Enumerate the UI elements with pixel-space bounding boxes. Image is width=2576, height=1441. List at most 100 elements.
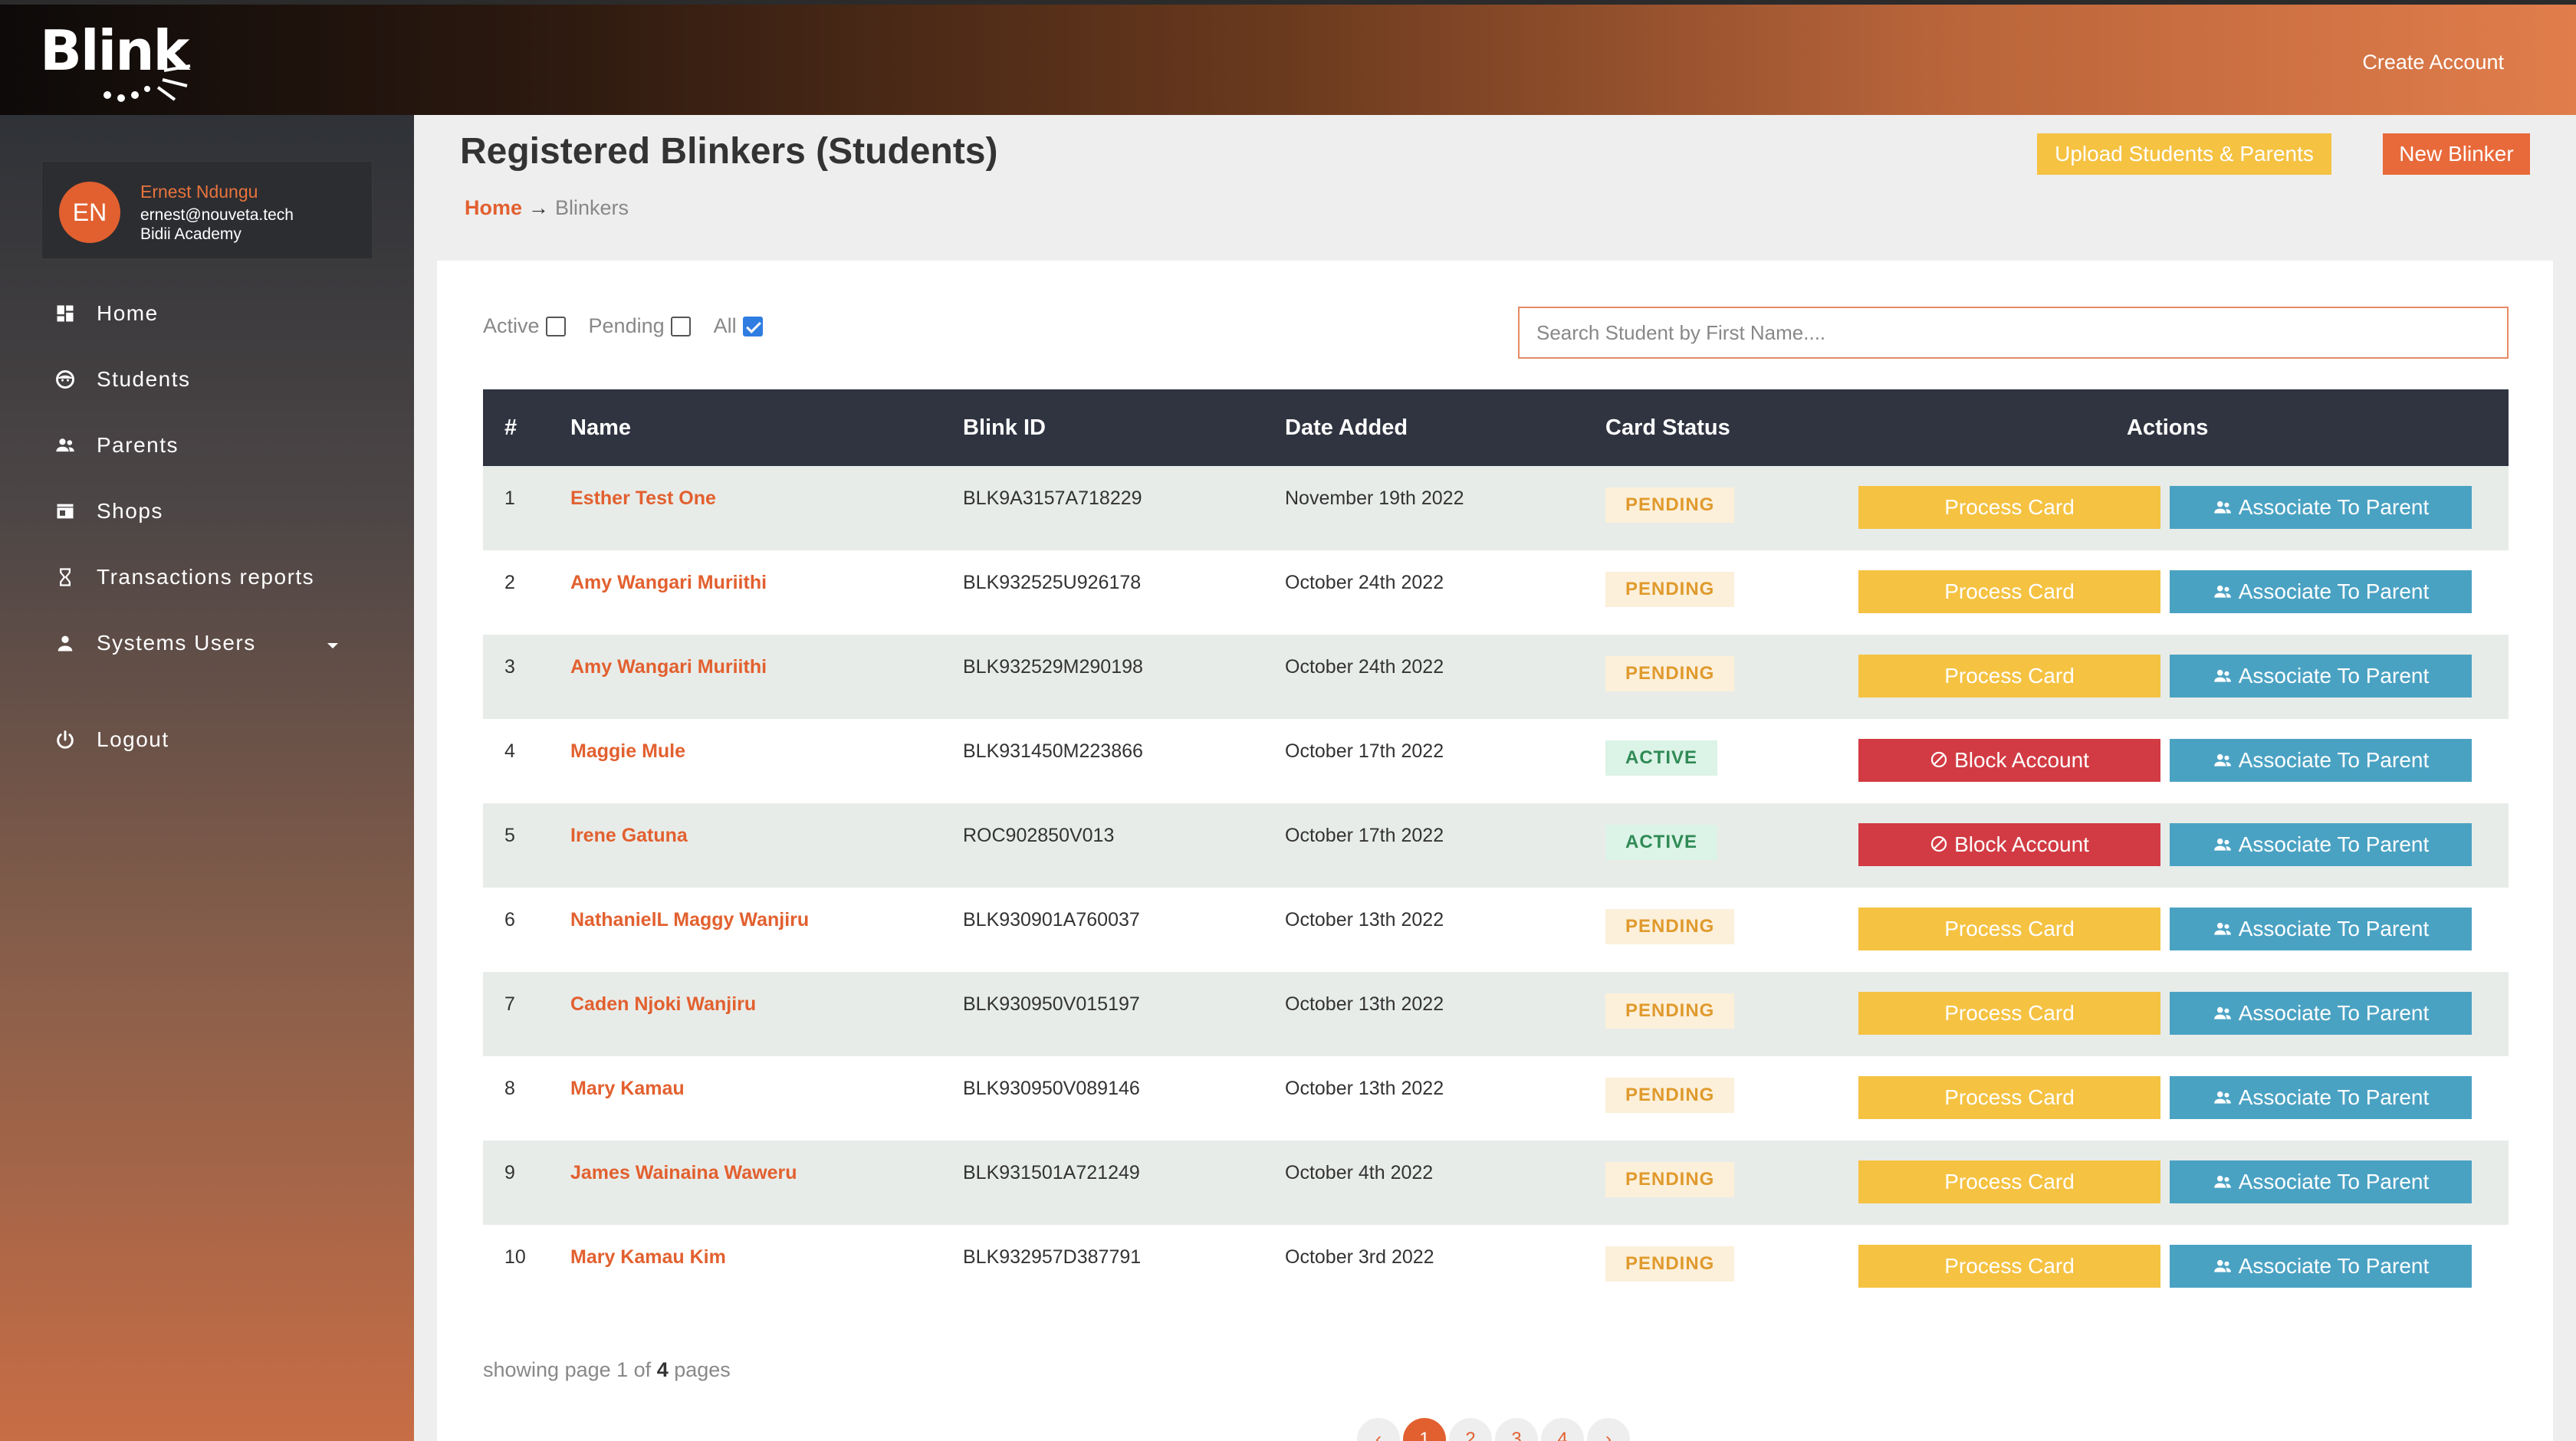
sidebar-item-parents[interactable]: Parents bbox=[54, 426, 179, 464]
blink-id: ROC902850V013 bbox=[963, 825, 1115, 846]
sidebar-item-systems-users[interactable]: Systems Users bbox=[54, 624, 338, 662]
associate-to-parent-button[interactable]: Associate To Parent bbox=[2170, 992, 2472, 1035]
row-number: 1 bbox=[504, 487, 515, 509]
sidebar-item-transactions-reports[interactable]: Transactions reports bbox=[54, 558, 314, 596]
breadcrumb-current: Blinkers bbox=[555, 196, 629, 219]
associate-to-parent-button[interactable]: Associate To Parent bbox=[2170, 655, 2472, 698]
filter-all-checkbox[interactable] bbox=[742, 316, 763, 336]
people-icon bbox=[2213, 740, 2233, 783]
new-blinker-button[interactable]: New Blinker bbox=[2383, 133, 2530, 175]
row-number: 4 bbox=[504, 740, 515, 762]
process-card-button[interactable]: Process Card bbox=[1858, 655, 2160, 698]
associate-to-parent-button[interactable]: Associate To Parent bbox=[2170, 1076, 2472, 1119]
search-input[interactable] bbox=[1518, 307, 2509, 359]
filter-pending[interactable]: Pending bbox=[589, 314, 691, 338]
student-name-link[interactable]: Amy Wangari Muriithi bbox=[570, 656, 767, 678]
status-badge: PENDING bbox=[1605, 656, 1735, 691]
filter-all[interactable]: All bbox=[714, 314, 763, 338]
student-name-link[interactable]: Mary Kamau bbox=[570, 1078, 685, 1100]
showing-suffix: pages bbox=[674, 1358, 731, 1381]
column-header-date-added[interactable]: Date Added bbox=[1285, 389, 1408, 466]
page-button[interactable]: 3 bbox=[1495, 1418, 1538, 1441]
logo-sparkle-icon bbox=[104, 46, 191, 102]
date-added: October 13th 2022 bbox=[1285, 1078, 1444, 1099]
blink-logo[interactable]: Blink bbox=[40, 18, 216, 107]
student-name-link[interactable]: Irene Gatuna bbox=[570, 825, 688, 847]
column-header-card-status[interactable]: Card Status bbox=[1605, 389, 1730, 466]
block-account-button[interactable]: Block Account bbox=[1858, 739, 2160, 782]
column-header-blink-id[interactable]: Blink ID bbox=[963, 389, 1046, 466]
student-name-link[interactable]: Caden Njoki Wanjiru bbox=[570, 993, 756, 1016]
process-card-button[interactable]: Process Card bbox=[1858, 1245, 2160, 1288]
associate-to-parent-button[interactable]: Associate To Parent bbox=[2170, 570, 2472, 613]
blink-id: BLK930950V089146 bbox=[963, 1078, 1140, 1099]
sidebar-item-home[interactable]: Home bbox=[54, 294, 159, 333]
associate-to-parent-button[interactable]: Associate To Parent bbox=[2170, 1160, 2472, 1203]
process-card-button[interactable]: Process Card bbox=[1858, 1076, 2160, 1119]
filter-pending-checkbox[interactable] bbox=[670, 316, 691, 336]
breadcrumb-home-link[interactable]: Home bbox=[465, 196, 522, 219]
user-profile-card[interactable]: EN Ernest Ndungu ernest@nouveta.tech Bid… bbox=[41, 161, 373, 259]
status-filters: Active Pending All bbox=[483, 314, 786, 338]
student-name-link[interactable]: Amy Wangari Muriithi bbox=[570, 572, 767, 594]
people-icon bbox=[2213, 1246, 2233, 1289]
filter-active[interactable]: Active bbox=[483, 314, 566, 338]
people-icon bbox=[2213, 1162, 2233, 1205]
people-icon bbox=[2213, 487, 2233, 530]
hourglass-icon bbox=[54, 566, 77, 589]
student-name-link[interactable]: Mary Kamau Kim bbox=[570, 1246, 726, 1269]
student-name-link[interactable]: James Wainaina Waweru bbox=[570, 1162, 797, 1184]
date-added: October 13th 2022 bbox=[1285, 993, 1444, 1015]
associate-to-parent-button[interactable]: Associate To Parent bbox=[2170, 1245, 2472, 1288]
pagination-summary: showing page 1 of 4 pages bbox=[483, 1358, 731, 1382]
status-badge: PENDING bbox=[1605, 487, 1735, 523]
chevron-down-icon[interactable] bbox=[325, 631, 340, 655]
associate-to-parent-button[interactable]: Associate To Parent bbox=[2170, 823, 2472, 866]
process-card-button[interactable]: Process Card bbox=[1858, 992, 2160, 1035]
action-label: Process Card bbox=[1944, 495, 2075, 519]
profile-school: Bidii Academy bbox=[140, 225, 242, 243]
action-label: Process Card bbox=[1944, 917, 2075, 940]
sidebar-item-logout[interactable]: Logout bbox=[54, 720, 169, 759]
profile-email: ernest@nouveta.tech bbox=[140, 206, 294, 224]
associate-label: Associate To Parent bbox=[2238, 917, 2430, 940]
table-row: 6 NathanielL Maggy Wanjiru BLK930901A76003… bbox=[483, 888, 2509, 972]
sidebar-item-shops[interactable]: Shops bbox=[54, 492, 163, 530]
process-card-button[interactable]: Process Card bbox=[1858, 908, 2160, 950]
process-card-button[interactable]: Process Card bbox=[1858, 570, 2160, 613]
student-name-link[interactable]: Maggie Mule bbox=[570, 740, 685, 763]
page-button[interactable]: 2 bbox=[1449, 1418, 1492, 1441]
student-name-link[interactable]: NathanielL Maggy Wanjiru bbox=[570, 909, 809, 931]
row-number: 7 bbox=[504, 993, 515, 1015]
row-number: 5 bbox=[504, 825, 515, 846]
column-header-name[interactable]: Name bbox=[570, 389, 631, 466]
pagination: ‹ 1 2 3 4 › bbox=[1357, 1418, 1633, 1441]
process-card-button[interactable]: Process Card bbox=[1858, 486, 2160, 529]
blink-id: BLK932957D387791 bbox=[963, 1246, 1142, 1268]
student-name-link[interactable]: Esther Test One bbox=[570, 487, 716, 510]
page-button[interactable]: 1 bbox=[1403, 1418, 1446, 1441]
date-added: October 4th 2022 bbox=[1285, 1162, 1434, 1183]
people-icon bbox=[2213, 1078, 2233, 1121]
person-icon bbox=[54, 632, 77, 655]
associate-to-parent-button[interactable]: Associate To Parent bbox=[2170, 908, 2472, 950]
action-label: Process Card bbox=[1944, 1085, 2075, 1109]
sidebar-item-students[interactable]: Students bbox=[54, 360, 191, 399]
row-number: 8 bbox=[504, 1078, 515, 1099]
page-button[interactable]: 4 bbox=[1541, 1418, 1584, 1441]
filter-active-checkbox[interactable] bbox=[545, 316, 566, 336]
associate-to-parent-button[interactable]: Associate To Parent bbox=[2170, 739, 2472, 782]
process-card-button[interactable]: Process Card bbox=[1858, 1160, 2160, 1203]
upload-students-parents-button[interactable]: Upload Students & Parents bbox=[2037, 133, 2331, 175]
create-account-link[interactable]: Create Account bbox=[2362, 51, 2504, 74]
associate-to-parent-button[interactable]: Associate To Parent bbox=[2170, 486, 2472, 529]
row-number: 2 bbox=[504, 572, 515, 593]
block-account-button[interactable]: Block Account bbox=[1858, 823, 2160, 866]
blink-id: BLK930950V015197 bbox=[963, 993, 1140, 1015]
next-page-button[interactable]: › bbox=[1587, 1418, 1630, 1441]
table-row: 3 Amy Wangari Muriithi BLK932529M290198 Oct… bbox=[483, 635, 2509, 719]
sidebar-item-label: Students bbox=[97, 367, 191, 391]
prev-page-button[interactable]: ‹ bbox=[1357, 1418, 1400, 1441]
table-body: 1 Esther Test One BLK9A3157A718229 November… bbox=[483, 466, 2509, 1309]
status-badge: PENDING bbox=[1605, 1246, 1735, 1282]
